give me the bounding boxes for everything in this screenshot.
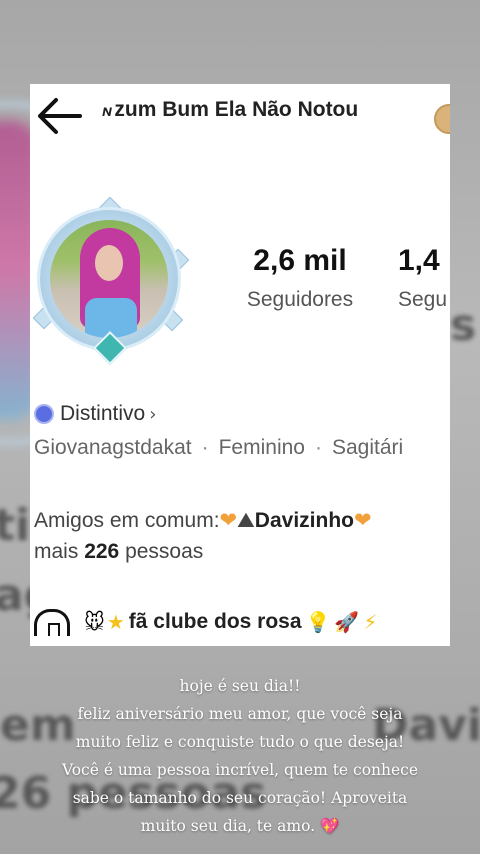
username: Giovanagstdakat [34,436,192,459]
fan-club-link[interactable]: 🐭 ★ fã clube dos rosa 💡 🚀 ⚡ [34,606,377,638]
fan-club-label: fã clube dos rosa [128,610,302,633]
mountain-icon: ⛰ [237,508,255,532]
followers-stat[interactable]: 2,6 mil Seguidores [230,244,370,312]
caption-line: feliz aniversário meu amor, que você sej… [77,705,403,723]
avatar-face [95,245,123,281]
background-text: ti [0,500,31,551]
badge-link[interactable]: Distintivo › [34,400,156,428]
caption-line: sabe o tamanho do seu coração! Aproveita [72,789,408,807]
story-caption: hoje é seu dia!! feliz aniversário meu a… [30,672,450,840]
sparkling-heart-icon: 💖 [320,817,340,835]
avatar[interactable] [32,192,190,368]
following-count: 1,4 [398,244,440,277]
gender: Feminino [218,436,305,459]
caption-last-line: muito seu dia, te amo. 💖 [30,812,450,840]
zodiac-sign: Sagitári [331,436,404,459]
following-label: Segu [398,288,448,311]
following-stat[interactable]: 1,4 Segu [398,244,450,312]
separator-dot: · [314,436,322,459]
followers-count: 2,6 mil [253,244,347,277]
lightbulb-icon: 💡 [305,610,331,634]
heart-icon: ❤ [219,508,238,532]
rocket-icon: 🚀 [334,610,360,634]
level-coin-icon [434,104,450,134]
page-title: ɴzum Bum Ela Não Notou [102,98,359,121]
badge-icon [34,404,54,424]
star-icon: ★ [106,610,125,634]
back-button[interactable] [34,94,84,138]
followers-label: Seguidores [246,288,354,311]
caption-line: muito seu dia, te amo. [140,817,316,835]
mutual-friends-prefix: Amigos em comum: [34,509,220,532]
avatar-photo [50,220,168,338]
friend-name: Davizinho [254,509,354,532]
more-suffix: pessoas [125,540,204,563]
top-bar: ɴzum Bum Ela Não Notou [30,84,450,148]
profile-info: Giovanagstdakat · Feminino · Sagitári [34,436,403,460]
heart-icon: ❤ [353,508,372,532]
chevron-right-icon: › [149,403,157,425]
caption-line: Você é uma pessoa incrível, quem te conh… [61,761,419,779]
more-count: 226 [84,540,120,563]
mouse-icon: 🐭 [84,610,105,634]
caption-line: hoje é seu dia!! [179,677,301,695]
more-prefix: mais [34,540,79,563]
mutual-friends-count[interactable]: mais 226 pessoas [34,540,203,564]
lightning-icon: ⚡ [363,610,378,634]
caption-line: muito feliz e conquiste tudo o que desej… [75,733,405,751]
badge-label: Distintivo [60,402,146,425]
mutual-friends[interactable]: Amigos em comum:❤⛰Davizinho❤ [34,508,372,533]
separator-dot: · [201,436,209,459]
background-text: s [450,300,477,351]
profile-card: ɴzum Bum Ela Não Notou 2,6 mil Seguidore… [30,84,450,646]
igloo-icon [34,608,70,636]
arrow-left-icon [38,98,82,134]
